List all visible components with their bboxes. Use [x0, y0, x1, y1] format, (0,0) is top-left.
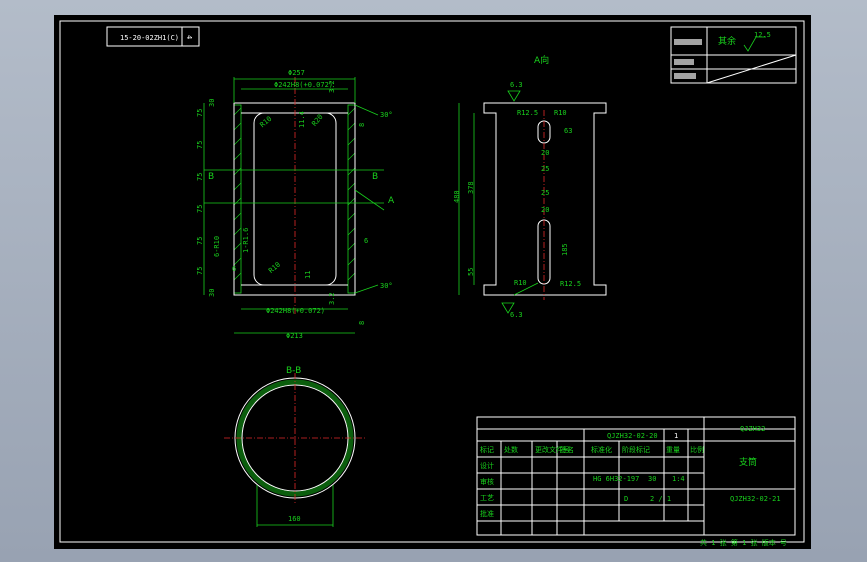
- title-rev: D: [624, 495, 628, 503]
- dim-phi213: Φ213: [286, 332, 303, 340]
- dim-v75-5: 75: [196, 237, 204, 245]
- header-mark: 标记: [480, 445, 494, 454]
- dim-v30-1: 30: [208, 99, 216, 107]
- drawing-sheet: 15-20-02ZH1(C) 4 其余 12.5 Φ257 Φ242H8(+0.…: [54, 15, 811, 549]
- col-scale: 比例: [690, 445, 704, 454]
- dim-6r10: 6-R10: [213, 236, 221, 257]
- dim-v75-3: 75: [196, 173, 204, 181]
- row-design: 设计: [480, 461, 494, 470]
- dim-r10-b: R10: [267, 261, 282, 275]
- dim-v75-4: 75: [196, 205, 204, 213]
- section-mark-b-right: B: [372, 172, 378, 182]
- title-drawing-no: QJZH32-02-21: [730, 495, 781, 503]
- dim-r16: 1-R1.6: [242, 228, 250, 253]
- dim-20-b: 20: [541, 206, 549, 214]
- dim-v75-1: 75: [196, 109, 204, 117]
- title-qty: 1: [674, 432, 678, 440]
- dim-r10-top: R10: [554, 109, 567, 117]
- roughness-value: 12.5: [754, 31, 771, 39]
- dim-32-bottom: 3.2: [328, 292, 336, 305]
- dim-phi257: Φ257: [288, 69, 305, 77]
- section-bb-view: B-B 160: [224, 366, 366, 527]
- dim-r20: R20: [310, 113, 324, 128]
- drawing-frame: [59, 20, 805, 543]
- dim-30deg-bottom: 30°: [380, 282, 393, 290]
- dim-55: 55: [467, 268, 475, 276]
- title-company: QJZH32: [740, 425, 765, 433]
- dim-r125-bottom: R12.5: [560, 280, 581, 288]
- col-stage: 阶段标记: [622, 445, 650, 454]
- roughness-label: 其余: [718, 35, 736, 47]
- code-box-sheet: 4: [185, 35, 193, 39]
- right-a-view: A向 480 378 55 6.3 R12.5 R10 63 20 25 25 …: [453, 54, 607, 319]
- dim-114: 11.4: [298, 111, 306, 128]
- dim-phi242-top: Φ242H8(+0.072): [274, 81, 333, 89]
- dim-11: 11: [304, 271, 312, 279]
- dim-r125-top: R12.5: [517, 109, 538, 117]
- section-label-bb: B-B: [286, 366, 301, 376]
- row-process: 工艺: [480, 494, 494, 502]
- title-block: QJZH32-02-20 1 QJZH32 支筒 QJZH32-02-21 HG…: [476, 416, 796, 547]
- col-weight: 重量: [666, 446, 680, 454]
- dim-6b: 6: [232, 265, 236, 273]
- cad-viewport[interactable]: 15-20-02ZH1(C) 4 其余 12.5 Φ257 Φ242H8(+0.…: [0, 0, 867, 562]
- header-count: 处数: [504, 445, 518, 454]
- title-material: HG 6H32-197: [593, 475, 639, 483]
- title-mass: 30: [648, 475, 656, 483]
- col-standard: 标准化: [591, 445, 612, 454]
- dim-160: 160: [288, 515, 301, 523]
- code-box-text: 15-20-02ZH1(C): [120, 34, 179, 42]
- roughness-table: 其余 12.5: [670, 26, 797, 84]
- dim-63-side: 63: [564, 127, 572, 135]
- dim-32-top: 3.2: [328, 80, 336, 93]
- dim-phi242-bottom: Φ242H8(+0.072): [266, 307, 325, 315]
- code-box: 15-20-02ZH1(C) 4: [106, 26, 200, 47]
- header-sign: 签名: [560, 445, 574, 454]
- dim-r10-a: R10: [259, 115, 274, 129]
- dim-378: 378: [467, 181, 475, 194]
- title-scale: 1:4: [672, 475, 685, 483]
- dim-8a: 8: [358, 123, 366, 127]
- dim-v30-2: 30: [208, 289, 216, 297]
- dim-480: 480: [453, 190, 461, 203]
- dim-v75-6: 75: [196, 267, 204, 275]
- dim-6a: 6: [364, 237, 368, 245]
- row-review: 审核: [480, 477, 494, 486]
- dim-v75-2: 75: [196, 141, 204, 149]
- dim-r10-bottom: R10: [514, 279, 527, 287]
- title-footer: 共 1 张 第 1 张 版本 号: [700, 538, 787, 547]
- dim-30deg-top: 30°: [380, 111, 393, 119]
- title-part-no: QJZH32-02-20: [607, 432, 658, 440]
- view-label-a: A向: [534, 54, 549, 66]
- dim-8b: 8: [358, 321, 366, 325]
- dim-185: 185: [561, 243, 569, 256]
- dim-25-b: 25: [541, 189, 549, 197]
- title-name: 支筒: [739, 456, 757, 468]
- technical-drawing: 15-20-02ZH1(C) 4 其余 12.5 Φ257 Φ242H8(+0.…: [59, 20, 805, 547]
- row-approve: 批准: [480, 509, 494, 518]
- dim-63-bottom: 6.3: [510, 311, 523, 319]
- title-sheet: 2 / 1: [650, 495, 671, 503]
- section-mark-b-left: B: [208, 172, 214, 182]
- view-arrow-a: A: [388, 196, 395, 206]
- dim-25-a: 25: [541, 165, 549, 173]
- dim-20-a: 20: [541, 149, 549, 157]
- left-section-view: Φ257 Φ242H8(+0.072) Φ242H8(+0.072) Φ213 …: [196, 69, 395, 340]
- dim-63-top: 6.3: [510, 81, 523, 89]
